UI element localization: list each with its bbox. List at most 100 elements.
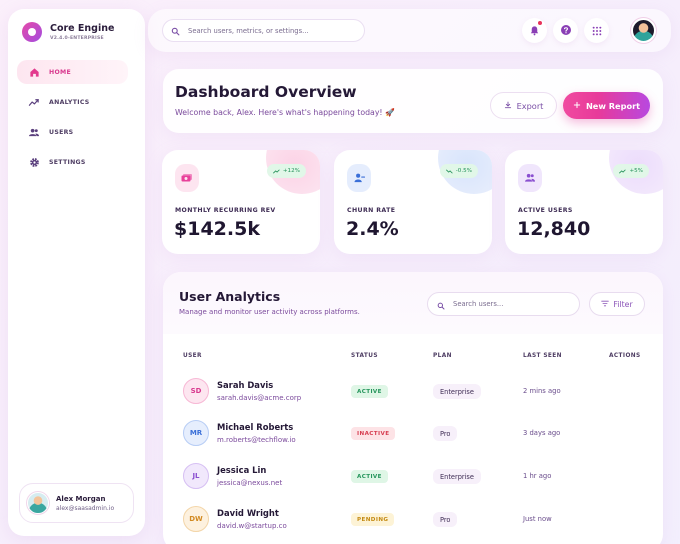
users-icon bbox=[518, 164, 542, 192]
user-email: sarah.davis@acme.corp bbox=[217, 394, 302, 402]
trend-value: +5% bbox=[629, 168, 643, 174]
user-avatar-initials: JL bbox=[183, 463, 209, 489]
user-search-input[interactable] bbox=[453, 300, 573, 308]
avatar[interactable] bbox=[631, 18, 656, 43]
status-badge: PENDING bbox=[351, 513, 395, 526]
trend-badge: +5% bbox=[613, 164, 649, 178]
brand-logo-icon bbox=[22, 22, 42, 42]
help-icon bbox=[560, 21, 572, 40]
avatar bbox=[27, 492, 49, 514]
search-input[interactable] bbox=[188, 26, 358, 35]
sidebar-item-analytics[interactable]: ANALYTICS bbox=[17, 90, 128, 114]
trend-value: +12% bbox=[282, 168, 300, 174]
sidebar-item-label: HOME bbox=[49, 68, 72, 76]
table-row[interactable]: DW David Wright david.w@startup.co PENDI… bbox=[163, 500, 663, 542]
sidebar: Core Engine V2.4.0-ENTERPRISE HOME ANALY… bbox=[8, 9, 145, 536]
brand-name: Core Engine bbox=[50, 23, 115, 34]
page-title: Dashboard Overview bbox=[175, 83, 357, 101]
table-subtitle: Manage and monitor user activity across … bbox=[179, 308, 360, 316]
profile-name: Alex Morgan bbox=[56, 494, 106, 503]
brand-version: V2.4.0-ENTERPRISE bbox=[50, 36, 104, 41]
table-row[interactable]: MR Michael Roberts m.roberts@techflow.io… bbox=[163, 414, 663, 456]
new-report-button-label: New Report bbox=[585, 100, 641, 111]
column-header-status[interactable]: STATUS bbox=[351, 353, 378, 359]
sidebar-nav: HOME ANALYTICS USERS SETTINGS bbox=[17, 60, 128, 180]
trend-badge: -0.5% bbox=[439, 164, 478, 178]
trend-value: -0.5% bbox=[455, 168, 472, 174]
stat-label: CHURN RATE bbox=[347, 207, 396, 214]
status-badge: ACTIVE bbox=[351, 385, 388, 398]
brand[interactable]: Core Engine V2.4.0-ENTERPRISE bbox=[22, 22, 114, 42]
trend-down-icon bbox=[445, 168, 453, 174]
stat-card-active-users: +5% ACTIVE USERS 12,840 bbox=[505, 150, 663, 254]
user-search[interactable] bbox=[427, 292, 580, 316]
profile-email: alex@saasadmin.io bbox=[56, 504, 115, 512]
gear-icon bbox=[28, 156, 40, 168]
user-email: m.roberts@techflow.io bbox=[217, 436, 296, 444]
grid-icon bbox=[592, 21, 602, 40]
user-email: david.w@startup.co bbox=[217, 522, 287, 530]
stat-value: $142.5k bbox=[174, 218, 260, 240]
apps-button[interactable] bbox=[584, 18, 609, 43]
help-button[interactable] bbox=[553, 18, 578, 43]
notification-dot bbox=[538, 21, 542, 25]
filter-icon bbox=[601, 300, 610, 309]
filter-button-label: Filter bbox=[613, 299, 633, 309]
profile-card[interactable]: Alex Morgan alex@saasadmin.io bbox=[19, 483, 134, 523]
table-header: User Analytics Manage and monitor user a… bbox=[163, 272, 663, 334]
last-seen: Just now bbox=[523, 515, 552, 523]
last-seen: 3 days ago bbox=[523, 429, 561, 437]
column-header-plan[interactable]: PLAN bbox=[433, 353, 452, 359]
dashboard-header: Dashboard Overview Welcome back, Alex. H… bbox=[163, 69, 663, 133]
plan-badge: Enterprise bbox=[433, 469, 481, 484]
stat-card-churn: -0.5% CHURN RATE 2.4% bbox=[334, 150, 492, 254]
user-name: Michael Roberts bbox=[217, 422, 294, 432]
notifications-button[interactable] bbox=[522, 18, 547, 43]
plus-icon bbox=[573, 101, 581, 111]
table-row[interactable]: JL Jessica Lin jessica@nexus.net ACTIVE … bbox=[163, 457, 663, 499]
user-name: Jessica Lin bbox=[217, 465, 267, 475]
user-name: David Wright bbox=[217, 508, 279, 518]
plan-badge: Pro bbox=[433, 426, 458, 441]
user-minus-icon bbox=[347, 164, 371, 192]
search-icon bbox=[437, 295, 445, 314]
global-search[interactable] bbox=[162, 19, 365, 42]
home-icon bbox=[28, 66, 40, 78]
stat-card-mrr: +12% MONTHLY RECURRING REV $142.5k bbox=[162, 150, 320, 254]
filter-button[interactable]: Filter bbox=[589, 292, 645, 316]
new-report-button[interactable]: New Report bbox=[563, 92, 650, 119]
analytics-icon bbox=[28, 96, 40, 108]
sidebar-item-users[interactable]: USERS bbox=[17, 120, 128, 144]
search-icon bbox=[171, 21, 180, 40]
column-header-user[interactable]: USER bbox=[183, 353, 202, 359]
sidebar-item-label: ANALYTICS bbox=[49, 98, 90, 106]
user-name: Sarah Davis bbox=[217, 380, 274, 390]
export-button[interactable]: Export bbox=[490, 92, 557, 119]
sidebar-item-settings[interactable]: SETTINGS bbox=[17, 150, 128, 174]
trend-badge: +12% bbox=[266, 164, 306, 178]
user-avatar-initials: MR bbox=[183, 420, 209, 446]
column-header-last-seen[interactable]: LAST SEEN bbox=[523, 353, 562, 359]
status-badge: ACTIVE bbox=[351, 470, 388, 483]
stat-value: 12,840 bbox=[517, 218, 591, 240]
last-seen: 1 hr ago bbox=[523, 472, 552, 480]
top-bar bbox=[148, 9, 671, 52]
user-analytics-card: User Analytics Manage and monitor user a… bbox=[163, 272, 663, 544]
stat-label: MONTHLY RECURRING REV bbox=[175, 207, 276, 214]
stat-label: ACTIVE USERS bbox=[518, 207, 573, 214]
status-badge: INACTIVE bbox=[351, 427, 396, 440]
plan-badge: Enterprise bbox=[433, 384, 481, 399]
user-email: jessica@nexus.net bbox=[217, 479, 283, 487]
sidebar-item-home[interactable]: HOME bbox=[17, 60, 128, 84]
sidebar-item-label: USERS bbox=[49, 128, 74, 136]
user-avatar-initials: SD bbox=[183, 378, 209, 404]
users-icon bbox=[28, 126, 40, 138]
trend-up-icon bbox=[619, 168, 627, 174]
revenue-icon bbox=[175, 164, 199, 192]
table-row[interactable]: SD Sarah Davis sarah.davis@acme.corp ACT… bbox=[163, 372, 663, 414]
column-header-actions[interactable]: ACTIONS bbox=[609, 353, 641, 359]
plan-badge: Pro bbox=[433, 512, 458, 527]
trend-up-icon bbox=[272, 168, 280, 174]
table-title: User Analytics bbox=[179, 289, 281, 304]
sidebar-item-label: SETTINGS bbox=[49, 158, 86, 166]
